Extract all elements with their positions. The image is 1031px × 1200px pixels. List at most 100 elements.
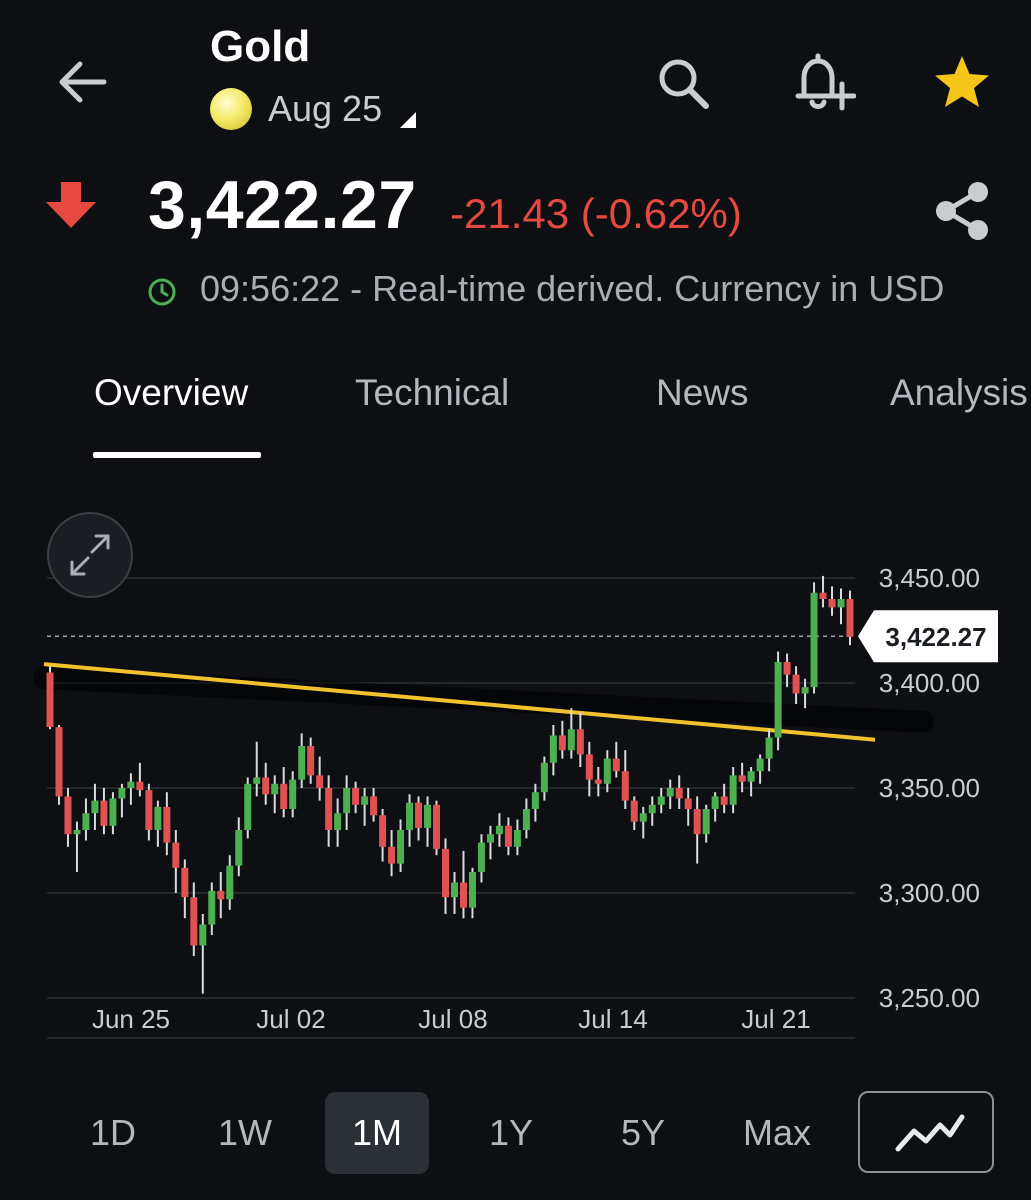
candle-body [648, 804, 656, 814]
candle-body [702, 809, 710, 835]
candle-body [603, 758, 611, 784]
candle-body [343, 788, 351, 814]
watchlist-button[interactable] [932, 54, 992, 112]
candle-body [540, 762, 548, 793]
candle-body [280, 783, 288, 809]
candle-body [298, 746, 306, 780]
back-button[interactable] [52, 56, 108, 108]
candle-body [406, 802, 414, 830]
candle-body [307, 746, 315, 776]
tab-technical[interactable]: Technical [355, 372, 509, 414]
candle-body [217, 890, 225, 900]
candle-body [136, 781, 144, 791]
add-alert-button[interactable] [790, 50, 857, 114]
candle-body [567, 729, 575, 751]
range-1y[interactable]: 1Y [465, 1092, 557, 1174]
candle-body [765, 737, 773, 759]
instrument-title: Gold [210, 22, 311, 71]
candle-body [495, 825, 503, 835]
candle-body [226, 865, 234, 900]
candle-body [433, 804, 441, 849]
expand-chart-button[interactable] [47, 512, 133, 598]
last-price: 3,422.27 [148, 167, 417, 243]
y-tick-label: 3,450.00 [879, 563, 980, 593]
candle-body [792, 674, 800, 694]
x-tick-label: Jul 08 [418, 1004, 487, 1034]
y-tick-label: 3,300.00 [879, 878, 980, 908]
bell-plus-icon [795, 53, 857, 111]
candle-body [693, 809, 701, 835]
tab-news[interactable]: News [656, 372, 749, 414]
arrow-down-icon [46, 182, 96, 228]
candle-body [450, 882, 458, 898]
price-change: -21.43 (-0.62%) [450, 190, 742, 237]
candle-body [118, 788, 126, 799]
candle-body [388, 846, 396, 864]
candle-body [477, 842, 485, 872]
candle-body [504, 825, 512, 847]
trendline [43, 662, 876, 742]
x-tick-label: Jul 21 [741, 1004, 810, 1034]
candle-body [594, 779, 602, 784]
candle-body [738, 775, 746, 782]
candle-body [513, 830, 521, 847]
candle-body [621, 771, 629, 801]
tab-overview[interactable]: Overview [94, 372, 248, 414]
range-1m[interactable]: 1M [325, 1092, 429, 1174]
x-tick-label: Jul 02 [256, 1004, 325, 1034]
candle-body [145, 790, 153, 830]
gold-coin-icon [210, 88, 252, 130]
candle-body [352, 788, 360, 805]
candle-body [774, 662, 782, 738]
candle-body [630, 800, 638, 822]
share-button[interactable] [932, 180, 992, 242]
candle-body [612, 758, 620, 772]
candle-body [73, 830, 81, 835]
candle-body [585, 754, 593, 780]
candle-body [109, 798, 117, 826]
candle-body [334, 813, 342, 830]
candle-body [810, 592, 818, 688]
candle-body [549, 735, 557, 763]
candle-body [415, 802, 423, 828]
contract-selector[interactable]: Aug 25 [210, 88, 417, 130]
candle-body [459, 882, 467, 908]
candle-body [684, 798, 692, 809]
candle-body [819, 592, 827, 599]
candle-body [783, 662, 791, 675]
candle-body [244, 783, 252, 830]
candle-body [801, 687, 809, 694]
chart-type-button[interactable] [858, 1091, 994, 1173]
range-5y[interactable]: 5Y [597, 1092, 689, 1174]
candle-body [82, 813, 90, 830]
active-tab-indicator [93, 452, 261, 458]
candle-body [711, 796, 719, 809]
candle-body [486, 834, 494, 843]
search-button[interactable] [654, 54, 714, 114]
candle-body [127, 781, 135, 788]
candle-body [558, 735, 566, 751]
candle-body [289, 779, 297, 809]
price-chart[interactable]: 3,450.00 3,400.00 3,350.00 3,300.00 3,250.00… [0, 500, 1031, 1060]
candle-body [666, 788, 674, 797]
range-1d[interactable]: 1D [67, 1092, 159, 1174]
candle-body [172, 842, 180, 868]
candle-body [747, 771, 755, 782]
contract-label: Aug 25 [268, 88, 383, 129]
dropdown-caret-icon [400, 112, 417, 128]
x-tick-label: Jul 14 [578, 1004, 647, 1034]
line-chart-icon [895, 1114, 965, 1152]
y-tick-label: 3,350.00 [879, 773, 980, 803]
range-max[interactable]: Max [725, 1092, 829, 1174]
candle-body [576, 729, 584, 755]
trendline-shadow [33, 667, 934, 733]
candle-body [424, 804, 432, 828]
tab-analysis[interactable]: Analysis [890, 372, 1028, 414]
candle-body [190, 897, 198, 946]
candle-body [828, 599, 836, 608]
y-tick-label: 3,250.00 [879, 983, 980, 1013]
range-1w[interactable]: 1W [199, 1092, 291, 1174]
candle-body [235, 830, 243, 866]
candle-body [468, 872, 476, 908]
last-price-label: 3,422.27 [885, 622, 986, 652]
